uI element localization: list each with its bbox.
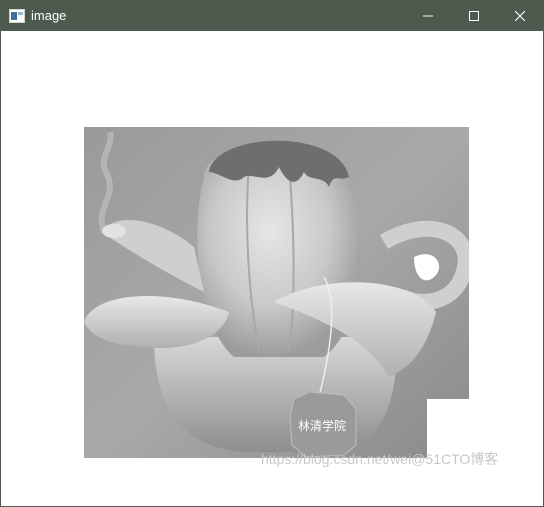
maximize-icon	[469, 11, 479, 21]
minimize-icon	[423, 11, 433, 21]
opencv-window-icon	[9, 9, 25, 23]
tea-bag-label: 林清学院	[298, 418, 346, 433]
title-bar[interactable]: image	[1, 1, 543, 31]
maximize-button[interactable]	[451, 1, 497, 31]
close-icon	[515, 11, 525, 21]
minimize-button[interactable]	[405, 1, 451, 31]
window-title: image	[31, 8, 67, 23]
close-button[interactable]	[497, 1, 543, 31]
image-window: image 林清学院 https://blog.csdn.net/wei@51C…	[0, 0, 544, 507]
teapot-banana-image: 林清学院	[84, 127, 474, 458]
watermark-text: https://blog.csdn.net/wei@51CTO博客	[261, 451, 499, 467]
displayed-image: 林清学院	[84, 127, 474, 458]
image-canvas-area: 林清学院	[1, 31, 543, 506]
